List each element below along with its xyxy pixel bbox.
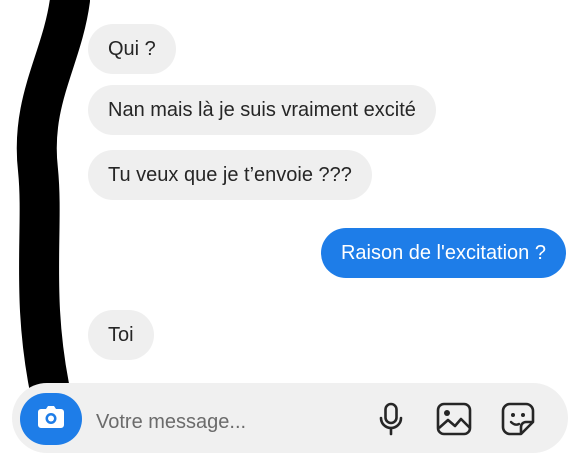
camera-icon: [37, 405, 65, 434]
camera-button[interactable]: [20, 393, 82, 445]
outgoing-message[interactable]: Raison de l'excitation ?: [320, 228, 566, 278]
avatar[interactable]: [24, 326, 58, 360]
image-icon: [436, 402, 472, 441]
sticker-icon: [500, 401, 536, 442]
incoming-message[interactable]: Toi: [88, 310, 154, 360]
message-input[interactable]: [96, 405, 346, 439]
incoming-message[interactable]: Nan mais là je suis vraiment excité: [88, 85, 436, 135]
microphone-icon: [378, 402, 404, 441]
sticker-button[interactable]: [498, 401, 538, 441]
microphone-button[interactable]: [371, 401, 411, 441]
incoming-message[interactable]: Tu veux que je t’envoie ???: [88, 150, 372, 200]
gallery-button[interactable]: [434, 401, 474, 441]
incoming-message[interactable]: Qui ?: [88, 24, 176, 74]
